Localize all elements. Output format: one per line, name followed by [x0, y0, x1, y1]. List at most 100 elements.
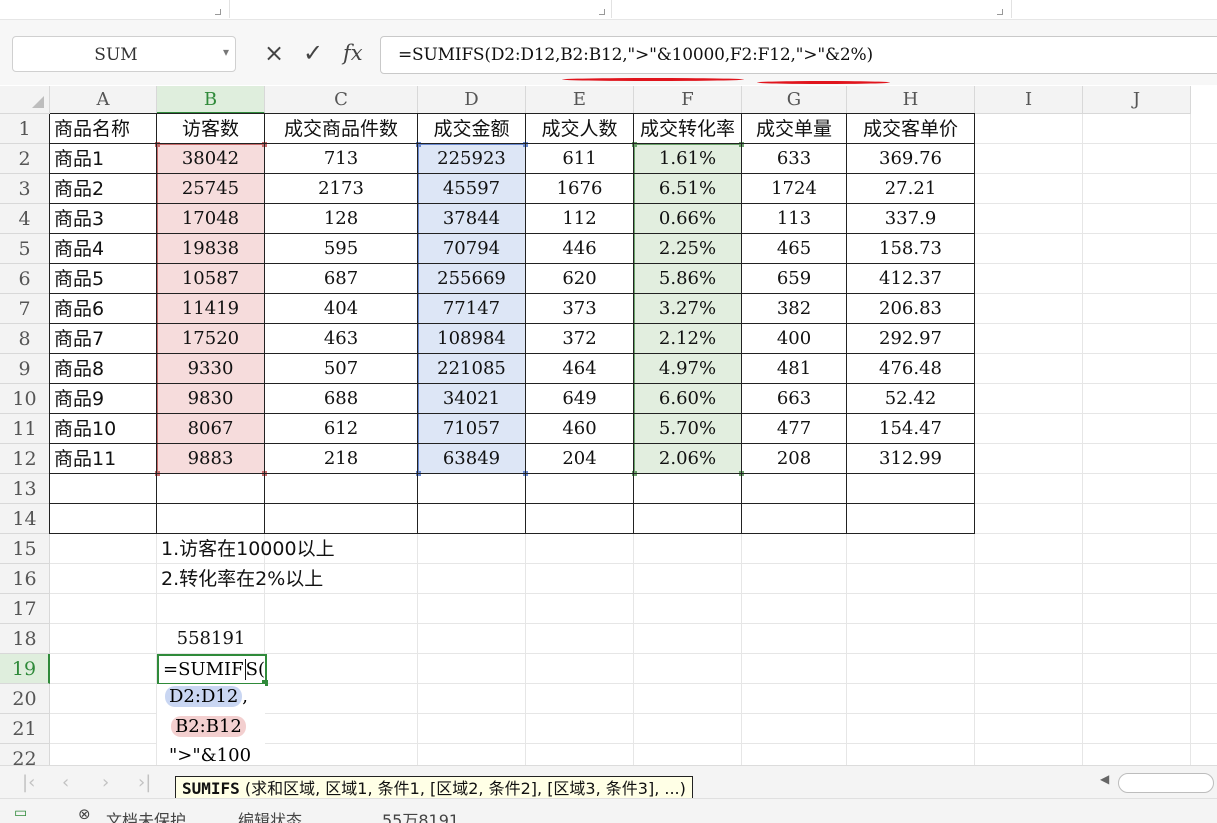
table-cell[interactable]: 465 [742, 234, 847, 264]
row-header-19[interactable]: 19 [0, 654, 50, 684]
table-header-cell[interactable]: 商品名称 [50, 114, 157, 144]
table-cell[interactable]: 2173 [265, 174, 418, 204]
table-cell[interactable]: 477 [742, 414, 847, 444]
row-header-11[interactable]: 11 [0, 414, 50, 444]
table-cell[interactable]: 507 [265, 354, 418, 384]
table-cell[interactable]: 463 [265, 324, 418, 354]
table-cell[interactable]: 商品9 [50, 384, 157, 414]
table-cell[interactable]: 商品11 [50, 444, 157, 474]
table-cell[interactable]: 158.73 [847, 234, 975, 264]
table-cell[interactable]: 5.86% [634, 264, 742, 294]
note-text[interactable]: 1.访客在10000以上 [157, 534, 335, 564]
table-cell[interactable]: 208 [742, 444, 847, 474]
sum-status[interactable]: 55万8191 [382, 807, 459, 823]
table-cell[interactable]: 45597 [418, 174, 526, 204]
table-cell[interactable]: 19838 [157, 234, 265, 264]
table-cell[interactable]: 221085 [418, 354, 526, 384]
table-cell[interactable]: 1676 [526, 174, 634, 204]
table-cell[interactable]: 71057 [418, 414, 526, 444]
table-cell[interactable] [265, 504, 418, 534]
result-cell[interactable]: 558191 [157, 624, 265, 654]
table-header-cell[interactable]: 成交金额 [418, 114, 526, 144]
insert-function-icon[interactable]: fx [343, 39, 363, 67]
prev-sheet-icon[interactable]: ‹ [62, 772, 69, 793]
table-cell[interactable]: 37844 [418, 204, 526, 234]
table-cell[interactable]: 商品7 [50, 324, 157, 354]
row-header-5[interactable]: 5 [0, 234, 50, 264]
table-cell[interactable] [50, 474, 157, 504]
table-cell[interactable]: 商品5 [50, 264, 157, 294]
table-cell[interactable]: 404 [265, 294, 418, 324]
table-cell[interactable]: 3.27% [634, 294, 742, 324]
row-header-18[interactable]: 18 [0, 624, 50, 654]
table-cell[interactable]: 63849 [418, 444, 526, 474]
macro-record-icon[interactable]: ▭ [14, 805, 27, 821]
table-cell[interactable]: 464 [526, 354, 634, 384]
table-cell[interactable]: 52.42 [847, 384, 975, 414]
table-cell[interactable]: 9830 [157, 384, 265, 414]
table-cell[interactable]: 372 [526, 324, 634, 354]
table-header-cell[interactable]: 访客数 [157, 114, 265, 144]
dialog-launcher-icon[interactable] [215, 9, 221, 15]
table-cell[interactable]: 663 [742, 384, 847, 414]
table-cell[interactable]: 412.37 [847, 264, 975, 294]
table-cell[interactable]: 9330 [157, 354, 265, 384]
table-cell[interactable]: 255669 [418, 264, 526, 294]
table-header-cell[interactable]: 成交转化率 [634, 114, 742, 144]
table-header-cell[interactable]: 成交客单价 [847, 114, 975, 144]
table-cell[interactable]: 2.06% [634, 444, 742, 474]
table-cell[interactable]: 337.9 [847, 204, 975, 234]
confirm-icon[interactable]: ✓ [303, 39, 323, 67]
table-cell[interactable]: 1724 [742, 174, 847, 204]
table-cell[interactable]: 38042 [157, 144, 265, 174]
row-header-7[interactable]: 7 [0, 294, 50, 324]
column-header-d[interactable]: D [418, 86, 526, 114]
row-header-13[interactable]: 13 [0, 474, 50, 504]
row-header-21[interactable]: 21 [0, 714, 50, 744]
row-header-16[interactable]: 16 [0, 564, 50, 594]
table-cell[interactable]: 8067 [157, 414, 265, 444]
table-cell[interactable]: 4.97% [634, 354, 742, 384]
table-cell[interactable]: 382 [742, 294, 847, 324]
table-cell[interactable]: 112 [526, 204, 634, 234]
cell-editor[interactable]: =SUMIF S( [157, 654, 267, 685]
table-cell[interactable]: 25745 [157, 174, 265, 204]
column-header-h[interactable]: H [847, 86, 975, 114]
scrollbar-thumb[interactable] [1118, 773, 1214, 793]
table-cell[interactable]: 481 [742, 354, 847, 384]
table-header-cell[interactable]: 成交单量 [742, 114, 847, 144]
table-cell[interactable] [634, 504, 742, 534]
table-cell[interactable]: 154.47 [847, 414, 975, 444]
table-cell[interactable]: 商品6 [50, 294, 157, 324]
table-cell[interactable] [847, 504, 975, 534]
table-cell[interactable]: 611 [526, 144, 634, 174]
table-cell[interactable]: 商品2 [50, 174, 157, 204]
table-cell[interactable]: 商品10 [50, 414, 157, 444]
select-all-corner[interactable] [0, 86, 50, 114]
table-cell[interactable] [157, 504, 265, 534]
table-cell[interactable]: 225923 [418, 144, 526, 174]
tooltip-function-name[interactable]: SUMIFS [182, 779, 240, 798]
row-header-14[interactable]: 14 [0, 504, 50, 534]
table-cell[interactable]: 17048 [157, 204, 265, 234]
table-cell[interactable]: 595 [265, 234, 418, 264]
horizontal-scrollbar[interactable]: ◀ [1096, 772, 1214, 794]
table-cell[interactable]: 206.83 [847, 294, 975, 324]
table-cell[interactable]: 2.12% [634, 324, 742, 354]
table-cell[interactable]: 10587 [157, 264, 265, 294]
column-header-b[interactable]: B [157, 86, 265, 114]
table-cell[interactable]: 2.25% [634, 234, 742, 264]
table-cell[interactable]: 292.97 [847, 324, 975, 354]
table-cell[interactable]: 108984 [418, 324, 526, 354]
dialog-launcher-icon[interactable] [599, 9, 605, 15]
table-cell[interactable]: 34021 [418, 384, 526, 414]
row-header-3[interactable]: 3 [0, 174, 50, 204]
next-sheet-icon[interactable]: › [102, 772, 109, 793]
table-cell[interactable]: 6.51% [634, 174, 742, 204]
table-cell[interactable]: 218 [265, 444, 418, 474]
table-cell[interactable]: 312.99 [847, 444, 975, 474]
row-header-9[interactable]: 9 [0, 354, 50, 384]
table-cell[interactable] [418, 474, 526, 504]
scroll-left-icon[interactable]: ◀ [1100, 772, 1109, 786]
table-cell[interactable]: 688 [265, 384, 418, 414]
